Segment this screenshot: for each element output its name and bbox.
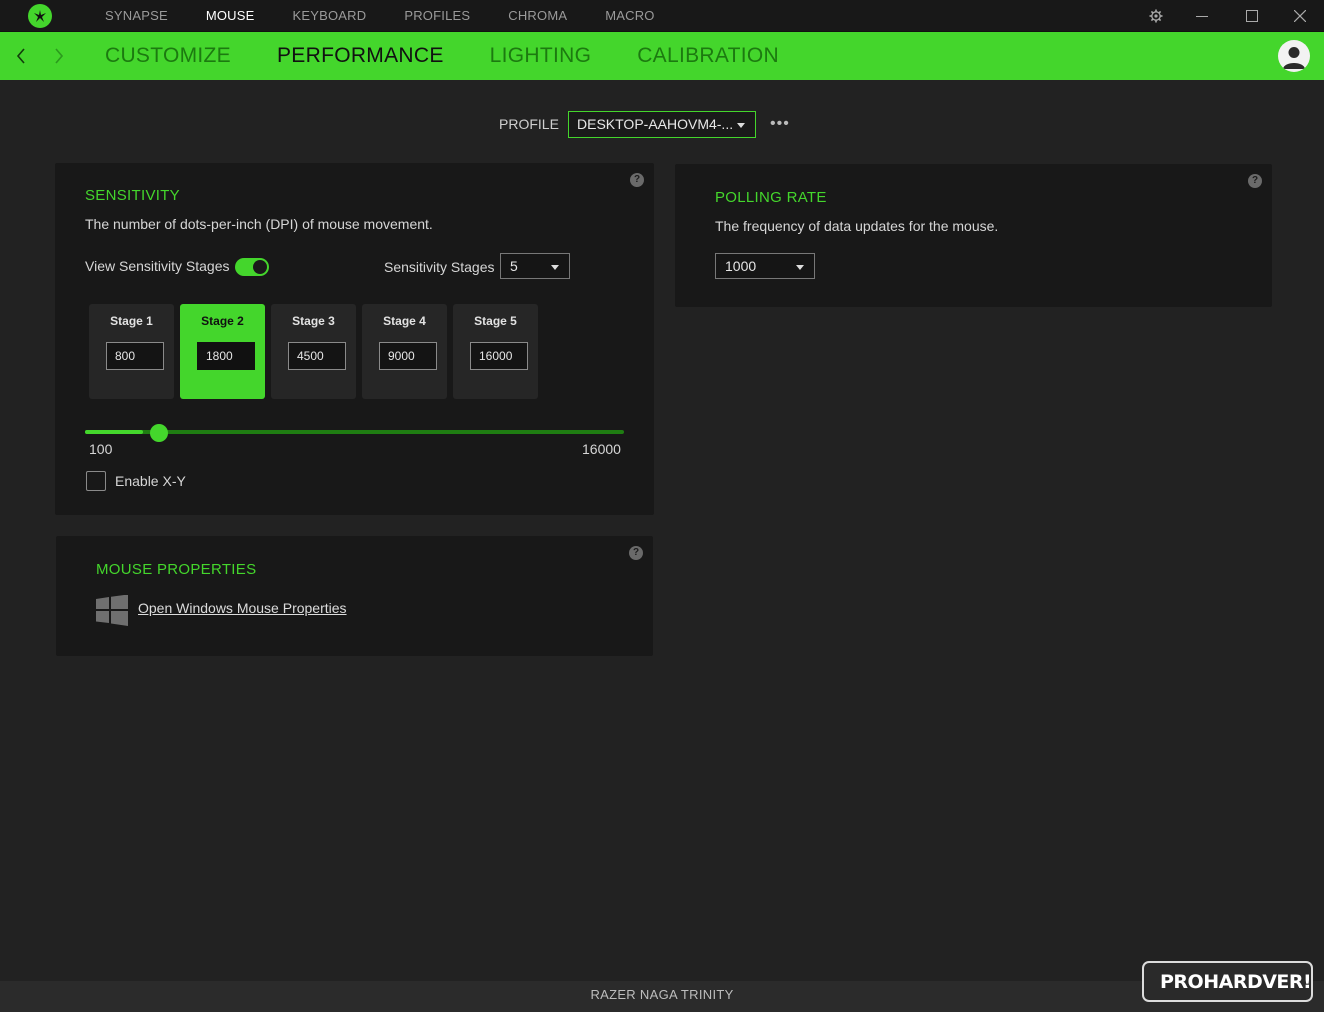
stage-1[interactable]: Stage 1 800 [89,304,174,399]
more-icon[interactable]: ••• [770,115,790,133]
close-icon[interactable] [1280,0,1320,32]
sub-nav: CUSTOMIZE PERFORMANCE LIGHTING CALIBRATI… [0,32,1324,80]
dpi-slider-fill [85,430,143,434]
profile-value: DESKTOP-AAHOVM4-... [577,116,734,132]
stage-label: Stage 1 [110,314,153,328]
sensitivity-description: The number of dots-per-inch (DPI) of mou… [85,216,433,232]
prohardver-watermark: PROHARDVER! [1142,961,1313,1002]
mouse-properties-panel [56,536,653,656]
top-tab-keyboard[interactable]: KEYBOARD [274,0,386,32]
stage-label: Stage 4 [383,314,426,328]
chevron-down-icon [796,265,804,270]
tab-customize[interactable]: CUSTOMIZE [82,32,254,80]
stages-count-value: 5 [510,258,518,274]
profile-label: PROFILE [499,116,559,132]
gear-icon[interactable] [1136,0,1176,32]
polling-rate-title: POLLING RATE [715,189,827,206]
slider-max-label: 16000 [582,441,621,457]
stage-label: Stage 2 [201,314,244,328]
help-icon[interactable]: ? [1248,174,1262,188]
device-name: RAZER NAGA TRINITY [590,987,734,1002]
chevron-down-icon [551,265,559,270]
top-tab-synapse[interactable]: SYNAPSE [86,0,187,32]
dpi-slider-thumb[interactable] [149,424,168,442]
view-stages-label: View Sensitivity Stages [85,258,230,274]
windows-icon [96,594,128,626]
slider-min-label: 100 [89,441,113,457]
enable-xy-checkbox[interactable] [86,471,106,491]
top-tab-profiles[interactable]: PROFILES [385,0,489,32]
view-stages-toggle[interactable] [235,258,269,276]
stage-dpi-input[interactable]: 9000 [379,342,437,370]
chevron-down-icon [737,123,745,128]
status-bar: RAZER NAGA TRINITY [0,981,1324,1012]
tab-calibration[interactable]: CALIBRATION [614,32,802,80]
top-nav: SYNAPSE MOUSE KEYBOARD PROFILES CHROMA M… [86,0,674,32]
sensitivity-title: SENSITIVITY [85,187,180,204]
help-icon[interactable]: ? [630,173,644,187]
user-avatar-icon[interactable] [1278,40,1310,72]
stage-4[interactable]: Stage 4 9000 [362,304,447,399]
help-icon[interactable]: ? [629,546,643,560]
stage-label: Stage 5 [474,314,517,328]
tab-lighting[interactable]: LIGHTING [467,32,615,80]
top-tab-macro[interactable]: MACRO [586,0,673,32]
polling-rate-dropdown[interactable]: 1000 [715,253,815,279]
enable-xy-label: Enable X-Y [115,473,186,489]
back-arrow-icon[interactable] [9,44,33,68]
polling-rate-description: The frequency of data updates for the mo… [715,218,999,234]
razer-logo-icon[interactable] [28,4,52,28]
stage-dpi-input[interactable]: 16000 [470,342,528,370]
polling-rate-value: 1000 [725,258,757,274]
watermark-text: PROHARDVER! [1160,970,1312,993]
stage-3[interactable]: Stage 3 4500 [271,304,356,399]
stage-dpi-input[interactable]: 4500 [288,342,346,370]
stages-count-label: Sensitivity Stages [384,259,495,275]
stage-2[interactable]: Stage 2 1800 [180,304,265,399]
stage-5[interactable]: Stage 5 16000 [453,304,538,399]
stage-dpi-input[interactable]: 1800 [197,342,255,370]
stage-dpi-input[interactable]: 800 [106,342,164,370]
top-tab-chroma[interactable]: CHROMA [489,0,586,32]
forward-arrow-icon[interactable] [47,44,71,68]
polling-rate-panel [675,164,1272,307]
maximize-icon[interactable] [1232,0,1272,32]
profile-dropdown[interactable]: DESKTOP-AAHOVM4-... [568,111,756,138]
mouse-properties-title: MOUSE PROPERTIES [96,561,257,578]
stages-count-dropdown[interactable]: 5 [500,253,570,279]
title-bar: SYNAPSE MOUSE KEYBOARD PROFILES CHROMA M… [0,0,1324,32]
tab-performance[interactable]: PERFORMANCE [254,32,467,80]
top-tab-mouse[interactable]: MOUSE [187,0,274,32]
open-mouse-properties-link[interactable]: Open Windows Mouse Properties [138,600,347,616]
stage-label: Stage 3 [292,314,335,328]
minimize-icon[interactable] [1182,0,1222,32]
